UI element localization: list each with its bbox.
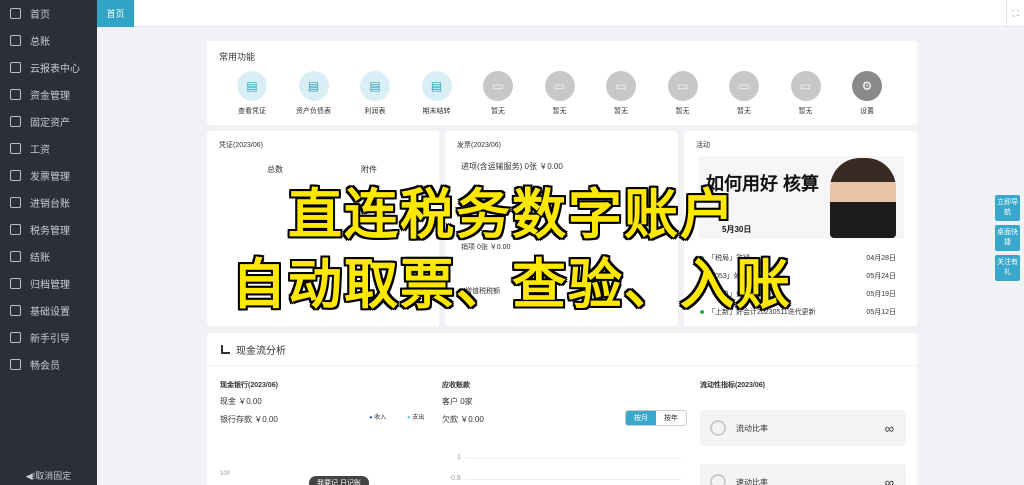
sidebar-item[interactable]: 首页 — [0, 0, 97, 27]
common-functions-panel: 常用功能 ▤ 查看凭证 ▤ 资产负债表 ▤ 利润表 ▤ 期末结转 ▭ 暂无 ▭ 暂无 ▭ 暂无 ▭ 暂无 ▭ 暂无… — [207, 41, 917, 125]
bar-chart-icon — [221, 345, 230, 354]
function-item[interactable]: ▤ 查看凭证 — [227, 71, 277, 116]
sidebar-item-label: 首页 — [30, 10, 50, 21]
function-item[interactable]: ▤ 利润表 — [350, 71, 400, 116]
guide-icon — [10, 332, 21, 343]
gridline — [465, 479, 681, 480]
function-item[interactable]: ▤ 资产负债表 — [289, 71, 339, 116]
function-label: 期末结转 — [422, 108, 451, 115]
function-item[interactable]: ▭ 暂无 — [658, 71, 708, 116]
sidebar-item-label: 畅会员 — [30, 361, 60, 372]
cashflow-header: 现金流分析 — [221, 342, 286, 357]
function-icon: ▤ — [237, 71, 267, 101]
divider — [207, 365, 917, 366]
ledger-icon — [10, 35, 21, 46]
gridline — [465, 458, 681, 459]
ratio-icon — [710, 474, 726, 485]
toggle-year[interactable]: 按年 — [656, 411, 686, 425]
legend-income: ● 收入 — [369, 415, 387, 421]
bank-title: 现金银行(2023/06) — [220, 382, 278, 389]
unfix-sidebar-button[interactable]: ◀!取消固定 — [0, 465, 97, 485]
legend-expense: ● 支出 — [407, 415, 425, 421]
function-icon: ▭ — [667, 71, 698, 101]
vip-icon — [10, 359, 21, 370]
function-item[interactable]: ▭ 暂无 — [596, 71, 646, 116]
y-tick-1: 1 — [457, 454, 461, 461]
y-tick-08: 0.8 — [451, 475, 461, 482]
function-label: 资产负债表 — [296, 108, 331, 115]
tab-home[interactable]: 首页 — [97, 0, 134, 27]
y-tick: 100 — [220, 471, 231, 477]
sidebar-item-label: 云报表中心 — [30, 64, 80, 75]
function-label: 暂无 — [552, 108, 567, 115]
sidebar-item-label: 工资 — [30, 145, 50, 156]
function-item[interactable]: ▭ 暂无 — [535, 71, 585, 116]
report-icon — [10, 62, 21, 73]
caption-line-2: 自动取票、查验、入账 — [232, 253, 792, 316]
function-icon: ▭ — [483, 71, 513, 101]
function-icon: ▭ — [729, 71, 759, 101]
asset-icon — [10, 116, 21, 127]
period-toggle[interactable]: 按月 按年 — [625, 410, 687, 426]
sidebar-item[interactable]: 工资 — [0, 135, 97, 162]
bookkeeping-button[interactable]: 我要记 日记账 — [309, 476, 369, 485]
caption-line-1: 直连税务数字账户 — [288, 183, 736, 246]
home-icon — [10, 8, 21, 19]
sidebar-item-label: 总账 — [30, 37, 50, 48]
toggle-month[interactable]: 按月 — [626, 411, 656, 425]
top-bar: 首页 ⛶ — [97, 0, 1024, 27]
function-item[interactable]: ▤ 期末结转 — [412, 71, 462, 116]
invoice-title: 发票(2023/06) — [457, 142, 501, 149]
function-label: 暂无 — [798, 108, 813, 115]
function-label: 暂无 — [614, 108, 628, 115]
cash-amount: 现金 ￥0.00 — [220, 397, 262, 406]
gear-icon: ⚙ — [852, 71, 882, 101]
function-icon: ▤ — [298, 71, 329, 101]
common-functions-title: 常用功能 — [219, 52, 256, 62]
sidebar-item-label: 资金管理 — [30, 91, 70, 102]
sidebar-item[interactable]: 畅会员 — [0, 351, 97, 378]
ratio-icon — [710, 420, 726, 436]
current-ratio-label: 流动比率 — [736, 423, 768, 433]
voucher-title: 凭证(2023/06) — [219, 142, 263, 149]
function-item[interactable]: ▭ 暂无 — [719, 71, 769, 116]
function-label: 设置 — [860, 108, 874, 115]
function-icon: ▭ — [606, 71, 636, 101]
quick-ratio-label: 速动比率 — [736, 477, 768, 485]
function-icon: ▭ — [790, 71, 821, 101]
fund-icon — [10, 89, 21, 100]
function-label: 暂无 — [737, 108, 751, 115]
sidebar-item[interactable]: 资金管理 — [0, 81, 97, 108]
function-icon: ▤ — [421, 71, 452, 101]
function-item[interactable]: ▭ 暂无 — [473, 71, 523, 116]
cashflow-panel: 现金流分析 现金银行(2023/06) 现金 ￥0.00 银行存款 ￥0.00 … — [207, 333, 917, 485]
sidebar-item[interactable]: 总账 — [0, 27, 97, 54]
salary-icon — [10, 143, 21, 154]
sidebar-item[interactable]: 固定资产 — [0, 108, 97, 135]
function-label: 利润表 — [364, 108, 386, 115]
receivable-customers: 客户 0家 — [442, 397, 473, 406]
deposit-amount: 银行存款 ￥0.00 — [220, 415, 278, 424]
sidebar-item-label: 固定资产 — [30, 118, 70, 129]
function-label: 暂无 — [675, 108, 690, 115]
current-ratio-value: ∞ — [884, 420, 894, 436]
liquidity-title: 流动性指标(2023/06) — [700, 382, 765, 389]
function-item[interactable]: ⚙ 设置 — [842, 71, 892, 116]
quick-ratio-value: ∞ — [884, 474, 894, 485]
quick-ratio: 速动比率 ∞ — [700, 464, 906, 485]
fullscreen-icon[interactable]: ⛶ — [1006, 0, 1024, 27]
sidebar-item[interactable]: 新手引导 — [0, 324, 97, 351]
receivable-owed: 欠款 ￥0.00 — [442, 415, 484, 424]
sidebar-item-label: 新手引导 — [30, 334, 70, 345]
cashflow-title: 现金流分析 — [236, 346, 286, 357]
activity-title: 活动 — [696, 142, 710, 149]
function-item[interactable]: ▭ 暂无 — [781, 71, 831, 116]
function-label: 暂无 — [491, 108, 505, 115]
receivable-title: 应收账款 — [442, 382, 470, 389]
current-ratio: 流动比率 ∞ — [700, 410, 906, 446]
function-icon: ▭ — [544, 71, 575, 101]
sidebar-item[interactable]: 云报表中心 — [0, 54, 97, 81]
function-label: 查看凭证 — [238, 108, 266, 115]
function-icon: ▤ — [360, 71, 390, 101]
